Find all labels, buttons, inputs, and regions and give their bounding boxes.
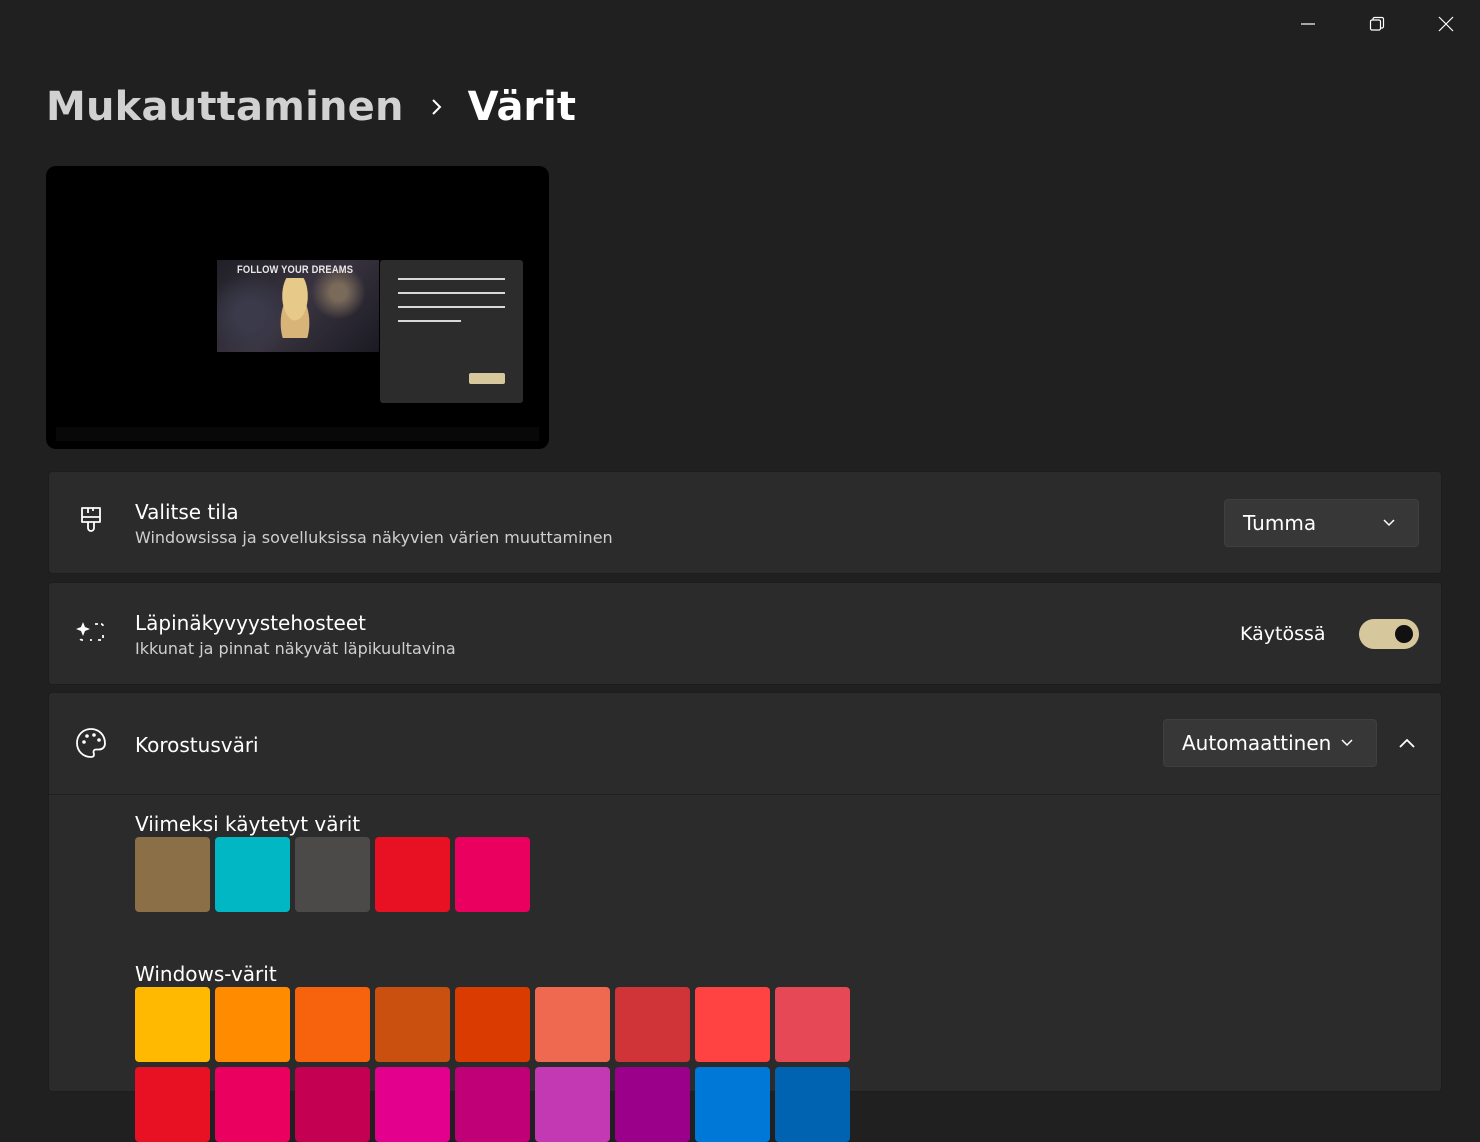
accent-dropdown-value: Automaattinen — [1182, 731, 1332, 755]
card-divider — [49, 794, 1441, 795]
windows-colors-row — [135, 1067, 850, 1142]
minimize-icon — [1300, 23, 1315, 25]
windows-colors-label: Windows-värit — [135, 962, 277, 986]
color-swatch[interactable] — [535, 1067, 610, 1142]
wallpaper-thumbnail: FOLLOW YOUR DREAMS — [217, 260, 379, 352]
preview-text-line — [398, 306, 505, 308]
color-swatch[interactable] — [455, 1067, 530, 1142]
color-swatch[interactable] — [215, 837, 290, 912]
color-swatch[interactable] — [775, 987, 850, 1062]
color-swatch[interactable] — [615, 987, 690, 1062]
color-swatch[interactable] — [135, 837, 210, 912]
window-controls — [1273, 0, 1480, 48]
page-title: Värit — [467, 84, 576, 130]
transparency-sparkle-icon — [75, 617, 107, 649]
close-button[interactable] — [1411, 0, 1480, 48]
color-swatch[interactable] — [215, 1067, 290, 1142]
choose-mode-card: Valitse tila Windowsissa ja sovelluksiss… — [48, 471, 1442, 574]
transparency-subtitle: Ikkunat ja pinnat näkyvät läpikuultavina — [135, 639, 456, 658]
color-swatch[interactable] — [295, 837, 370, 912]
preview-window — [380, 260, 523, 403]
color-swatch[interactable] — [455, 837, 530, 912]
color-swatch[interactable] — [695, 987, 770, 1062]
windows-colors-row — [135, 987, 850, 1062]
accent-color-dropdown[interactable]: Automaattinen — [1163, 719, 1377, 767]
color-swatch[interactable] — [375, 987, 450, 1062]
breadcrumb: Mukauttaminen Värit — [46, 84, 576, 130]
color-swatch[interactable] — [455, 987, 530, 1062]
restore-button[interactable] — [1342, 0, 1411, 48]
chevron-up-icon — [1399, 738, 1415, 748]
transparency-toggle[interactable] — [1359, 619, 1419, 649]
transparency-toggle-label: Käytössä — [1240, 623, 1326, 645]
close-icon — [1438, 16, 1453, 32]
transparency-card: Läpinäkyvyystehosteet Ikkunat ja pinnat … — [48, 582, 1442, 685]
color-swatch[interactable] — [135, 1067, 210, 1142]
restore-icon — [1369, 16, 1384, 31]
mode-dropdown[interactable]: Tumma — [1224, 499, 1419, 547]
color-swatch[interactable] — [375, 1067, 450, 1142]
transparency-title: Läpinäkyvyystehosteet — [135, 611, 366, 635]
preview-text-line — [398, 292, 505, 294]
recent-colors-label: Viimeksi käytetyt värit — [135, 812, 361, 836]
color-swatch[interactable] — [135, 987, 210, 1062]
toggle-knob — [1395, 625, 1413, 643]
preview-text-line — [398, 278, 505, 280]
color-swatch[interactable] — [295, 987, 370, 1062]
accent-color-title: Korostusväri — [135, 733, 259, 757]
chevron-right-icon — [430, 97, 444, 117]
color-swatch[interactable] — [695, 1067, 770, 1142]
wallpaper-caption: FOLLOW YOUR DREAMS — [237, 264, 354, 276]
preview-taskbar — [56, 427, 539, 441]
recent-colors-row — [135, 837, 530, 912]
chevron-down-icon — [1341, 739, 1353, 747]
palette-icon — [75, 727, 107, 759]
color-swatch[interactable] — [535, 987, 610, 1062]
color-swatch[interactable] — [775, 1067, 850, 1142]
choose-mode-subtitle: Windowsissa ja sovelluksissa näkyvien vä… — [135, 528, 613, 547]
minimize-button[interactable] — [1273, 0, 1342, 48]
collapse-button[interactable] — [1393, 731, 1421, 755]
preview-text-line — [398, 320, 461, 322]
chevron-down-icon — [1383, 519, 1395, 527]
choose-mode-title: Valitse tila — [135, 500, 239, 524]
color-swatch[interactable] — [215, 987, 290, 1062]
color-swatch[interactable] — [615, 1067, 690, 1142]
wallpaper-image — [273, 278, 317, 338]
color-swatch[interactable] — [375, 837, 450, 912]
mode-dropdown-value: Tumma — [1243, 511, 1317, 535]
theme-preview: FOLLOW YOUR DREAMS — [46, 166, 549, 449]
color-swatch[interactable] — [295, 1067, 370, 1142]
preview-accent-button — [469, 373, 505, 384]
paintbrush-icon — [75, 506, 107, 538]
breadcrumb-parent[interactable]: Mukauttaminen — [46, 84, 404, 130]
